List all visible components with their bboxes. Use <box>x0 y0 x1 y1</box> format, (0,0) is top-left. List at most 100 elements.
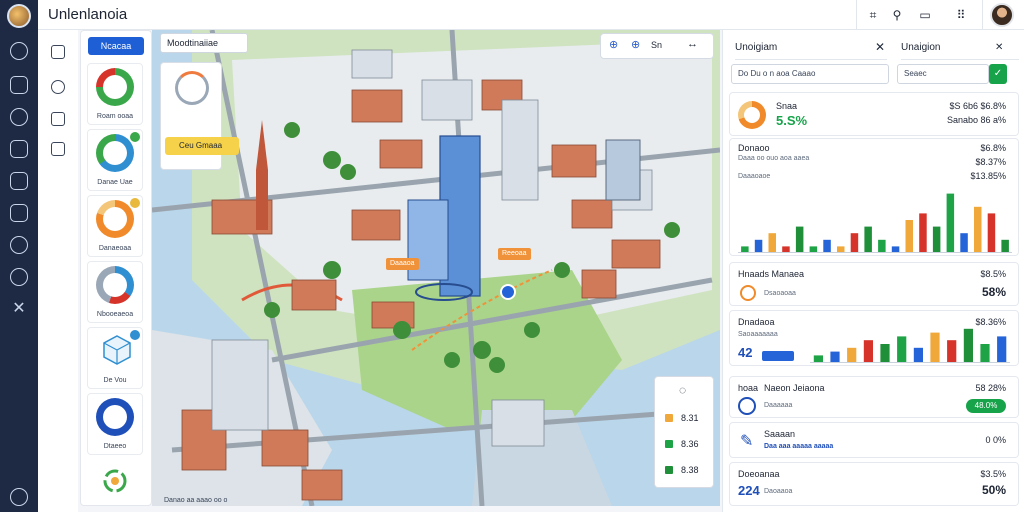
chart-bar[interactable] <box>1001 239 1009 253</box>
chart-bar[interactable] <box>880 344 890 363</box>
search-field[interactable]: Seaec <box>897 64 989 84</box>
poi-card[interactable]: Ceu Gmaaa <box>160 62 239 170</box>
manage-sub: Dsaoaoaa <box>764 290 796 297</box>
status-title: Saaaan <box>764 429 796 439</box>
go-button[interactable]: ✓ <box>989 64 1007 84</box>
widget-card[interactable]: Nbooeaeoa <box>87 261 143 323</box>
bars-card[interactable]: Dnadaoa Saoaaaaaaa 42 $8.36% <box>729 310 1019 366</box>
map-label[interactable]: Reeoaa <box>498 248 531 260</box>
chart-bar[interactable] <box>974 206 982 253</box>
square-icon[interactable] <box>51 112 65 126</box>
grid-icon[interactable]: ⌗ <box>862 5 884 25</box>
summary-card-2[interactable]: Doeoanaa 224 Daoaaoa $3.5% 50% <box>729 462 1019 506</box>
zoom-out-icon[interactable]: ⊕ <box>631 38 640 51</box>
analytics-panel: Unoigiam ✕ Unaigion ✕ Do Du o n aoa Caaa… <box>722 30 1024 512</box>
chart-bar[interactable] <box>947 340 957 363</box>
apps-icon[interactable]: ⠿ <box>950 5 972 25</box>
card-sub: Daoaaoa <box>764 488 793 495</box>
box-icon[interactable] <box>51 45 65 59</box>
screen-icon[interactable]: ▭ <box>914 5 936 25</box>
ring-gauge <box>96 398 134 436</box>
bar-chart[interactable] <box>738 183 1012 253</box>
divider <box>856 0 857 30</box>
chart-title: Donaoo <box>738 143 770 153</box>
widget-card[interactable]: De Vou <box>87 327 143 389</box>
new-button[interactable]: Ncacaa <box>88 37 144 55</box>
folder-icon[interactable] <box>10 204 28 222</box>
expand-icon[interactable]: ↔ <box>687 38 698 50</box>
document-icon[interactable] <box>10 140 28 158</box>
nation-card[interactable]: hoaa Naeon Jeiaona Daaaaaa 58 28% 48.0% <box>729 376 1019 418</box>
legend-icon[interactable]: ◌ <box>679 383 686 397</box>
map-label[interactable]: Daaaoa <box>386 258 419 270</box>
map-canvas[interactable] <box>152 30 720 506</box>
gauge-icon <box>175 71 209 105</box>
chart-bar[interactable] <box>932 226 941 253</box>
card-title: Doeoanaa <box>738 469 780 479</box>
compass-icon[interactable] <box>10 42 28 60</box>
widget-card[interactable]: Roam ooaa <box>87 63 143 125</box>
flag-icon[interactable] <box>10 236 28 254</box>
chart-bar[interactable] <box>768 233 777 253</box>
grid-icon[interactable] <box>10 172 28 190</box>
widget-card[interactable]: Danaeoaa <box>87 195 143 257</box>
chart-bar[interactable] <box>847 347 857 363</box>
chart-bar[interactable] <box>850 233 859 253</box>
manage-card[interactable]: Hnaads Manaea Dsaoaoaa $8.5% 58% <box>729 262 1019 306</box>
recycle-icon[interactable] <box>99 467 131 495</box>
status-card[interactable]: ✎ Saaaan Daa aaa aaaaa aaaaa 0 0% <box>729 422 1019 458</box>
progress-icon <box>740 285 756 301</box>
avatar[interactable] <box>990 3 1014 27</box>
info-icon[interactable] <box>51 80 65 94</box>
map-attribution: Danao aa aaao oo o <box>164 497 228 504</box>
chart-bar[interactable] <box>987 213 996 253</box>
nation-sub: Daaaaaa <box>764 402 793 409</box>
summary-title: Snaa <box>776 101 798 111</box>
chart-bar[interactable] <box>897 336 907 363</box>
chart-bar[interactable] <box>830 351 840 363</box>
chart-bar[interactable] <box>930 332 940 363</box>
top-bar: Unlenlanoia ⌗ ⚲ ▭ ⠿ <box>38 0 1024 30</box>
chart-bar[interactable] <box>963 328 973 363</box>
tab-region[interactable]: Unoigiam <box>735 36 887 60</box>
chart-bar[interactable] <box>919 213 927 253</box>
widget-card[interactable]: Dtaeeo <box>87 393 143 455</box>
chart-bar[interactable] <box>960 233 968 253</box>
close-icon[interactable]: ✕ <box>10 300 28 318</box>
chart-bar[interactable] <box>863 340 873 363</box>
chart-bar[interactable] <box>997 336 1007 363</box>
circle-icon[interactable] <box>10 488 28 506</box>
edit-icon[interactable] <box>51 142 65 156</box>
card-stat: 50% <box>981 483 1006 497</box>
app-logo[interactable] <box>7 4 31 28</box>
widget-label: Danae Uae <box>97 179 133 186</box>
chart-bar[interactable] <box>905 220 914 253</box>
chart-bar[interactable] <box>795 226 804 253</box>
widget-card[interactable]: Danae Uae <box>87 129 143 191</box>
bar-chart[interactable] <box>810 321 1010 363</box>
chart-bar[interactable] <box>878 239 886 253</box>
search-icon[interactable]: ⚲ <box>886 5 908 25</box>
cube-icon <box>103 335 131 365</box>
chart-card[interactable]: Donaoo Daaa oo ouo aoa aaea Daaaoaoe $6.… <box>729 138 1019 256</box>
map-search-box[interactable]: Moodtinaiiae <box>160 33 248 53</box>
close-icon[interactable]: ✕ <box>875 40 885 54</box>
legend-row: 8.38 <box>665 465 699 477</box>
chart-bar[interactable] <box>980 344 990 363</box>
chart-bar[interactable] <box>823 239 831 253</box>
chart-bar[interactable] <box>864 226 872 253</box>
settings-icon[interactable] <box>10 268 28 286</box>
chart-bar[interactable] <box>946 193 955 253</box>
chart-bar[interactable] <box>913 347 923 363</box>
info-icon[interactable] <box>10 108 28 126</box>
poi-chip[interactable]: Ceu Gmaaa <box>165 137 239 155</box>
filter-field[interactable]: Do Du o n aoa Caaao <box>731 64 889 84</box>
zoom-in-icon[interactable]: ⊕ <box>609 38 618 51</box>
close-icon[interactable]: ✕ <box>995 42 1003 53</box>
chart-bar[interactable] <box>754 239 763 253</box>
nation-pill[interactable]: 48.0% <box>966 399 1006 413</box>
map-view[interactable]: Moodtinaiiae ⊕ ⊕ Sn ↔ Ceu Gmaaa Daaaoa R… <box>152 30 720 506</box>
chart-bar[interactable] <box>813 355 823 363</box>
layers-icon[interactable] <box>10 76 28 94</box>
summary-card[interactable]: Snaa 5.S% $S 6b6 $6.8% Sanabo 86 a% <box>729 92 1019 136</box>
